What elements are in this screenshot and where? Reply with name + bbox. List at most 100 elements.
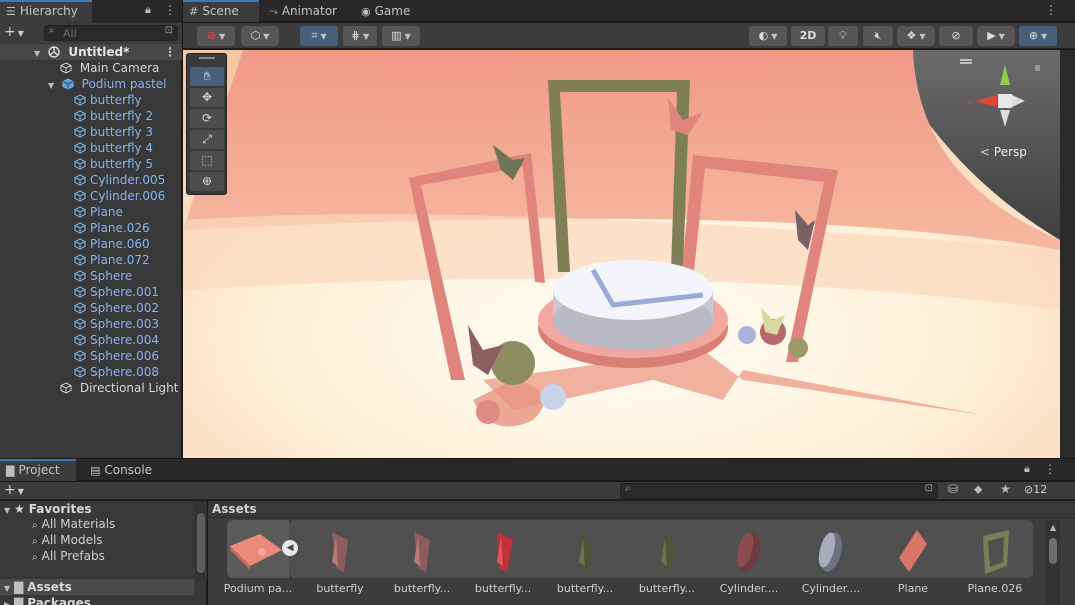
asset-tile[interactable]: Plane.026 xyxy=(955,520,1035,605)
hierarchy-toolbar: + ▼ ⌕ All ⊡ xyxy=(0,23,182,43)
visibility-toggle[interactable]: ⊘ xyxy=(939,26,973,46)
folder-tree-scrollbar[interactable] xyxy=(195,501,207,581)
tab-scene[interactable]: # Scene xyxy=(183,0,259,22)
tab-console[interactable]: ▤ Console xyxy=(84,459,160,481)
tree-fav-item[interactable]: ⌕ All Materials xyxy=(32,516,115,532)
project-tabbar: ▇ Project ▤ Console 🔒︎ ⋮ xyxy=(0,459,1075,481)
lighting-toggle[interactable]: 💡︎ xyxy=(828,26,858,46)
gizmos-button[interactable]: ⊕ ▼ xyxy=(1019,26,1057,46)
tab-animator[interactable]: ⤳ Animator xyxy=(263,0,345,22)
rect-tool-button[interactable]: ⬚ xyxy=(190,151,224,170)
hierarchy-search-input[interactable]: ⌕ All ⊡ xyxy=(44,25,178,41)
asset-tile[interactable]: butterfly... xyxy=(382,520,462,605)
asset-tile[interactable]: butterfly... xyxy=(545,520,625,605)
hierarchy-item[interactable]: Plane.026 xyxy=(0,220,182,236)
search-filter-icon[interactable]: ⊡ xyxy=(925,483,933,494)
asset-tile[interactable]: Plane xyxy=(873,520,953,605)
tab-hierarchy[interactable]: ☰ Hierarchy xyxy=(0,0,92,22)
hierarchy-item[interactable]: butterfly xyxy=(0,92,182,108)
search-filter-icon[interactable]: ⊡ xyxy=(165,25,173,36)
unity-scene-icon xyxy=(48,46,60,58)
hand-tool-button[interactable]: ✋︎ xyxy=(190,67,224,86)
hierarchy-item[interactable]: Sphere.004 xyxy=(0,332,182,348)
scene-gizmo[interactable]: x xyxy=(960,55,1040,135)
hierarchy-item[interactable]: butterfly 2 xyxy=(0,108,182,124)
hierarchy-item[interactable]: Main Camera xyxy=(0,60,182,76)
hierarchy-item[interactable]: Sphere.003 xyxy=(0,316,182,332)
mesh-thumbnail xyxy=(661,534,675,572)
gameobject-icon xyxy=(74,286,86,298)
gameobject-icon xyxy=(74,318,86,330)
hierarchy-item[interactable]: Sphere.008 xyxy=(0,364,182,380)
gameobject-icon xyxy=(74,238,86,250)
tree-assets[interactable]: ▼ ▇ Assets xyxy=(0,579,194,595)
gameobject-icon xyxy=(74,366,86,378)
more-options-icon[interactable]: ⋮ xyxy=(1044,462,1056,476)
camera-button[interactable]: ▶ ▼ xyxy=(977,26,1015,46)
asset-tile[interactable]: butterfly xyxy=(300,520,380,605)
tab-game[interactable]: ◉ Game xyxy=(355,0,418,22)
create-button[interactable]: + ▼ xyxy=(4,24,24,40)
asset-tile[interactable]: Cylinder.... xyxy=(709,520,789,605)
scale-tool-button[interactable]: ⤢ xyxy=(190,130,224,149)
hierarchy-item[interactable]: butterfly 3 xyxy=(0,124,182,140)
hierarchy-item[interactable]: Cylinder.006 xyxy=(0,188,182,204)
hierarchy-item[interactable]: Sphere xyxy=(0,268,182,284)
hierarchy-item[interactable]: Sphere.001 xyxy=(0,284,182,300)
gameobject-icon xyxy=(74,142,86,154)
lock-icon[interactable]: 🔒︎ xyxy=(145,3,151,17)
tree-fav-item[interactable]: ⌕ All Prefabs xyxy=(32,548,105,564)
more-options-icon[interactable]: ⋮ xyxy=(164,3,176,17)
viewport-edge xyxy=(1060,50,1075,458)
perspective-label[interactable]: < Persp xyxy=(980,145,1027,159)
hierarchy-item[interactable]: Plane.072 xyxy=(0,252,182,268)
lock-icon[interactable]: 🔒︎ xyxy=(1024,462,1030,476)
asset-tile[interactable]: butterfly... xyxy=(627,520,707,605)
collapse-arrow-icon[interactable]: ▼ xyxy=(4,503,14,519)
move-tool-button[interactable]: ✥ xyxy=(190,88,224,107)
hierarchy-item[interactable]: Cylinder.005 xyxy=(0,172,182,188)
hidden-packages-toggle[interactable]: ⊘12 xyxy=(1024,483,1047,496)
hierarchy-item[interactable]: butterfly 5 xyxy=(0,156,182,172)
asset-tile[interactable]: butterfly... xyxy=(463,520,543,605)
rotate-tool-button[interactable]: ⟳ xyxy=(190,109,224,128)
svg-text:x: x xyxy=(968,98,972,106)
render-mode-button[interactable]: ◐ ▼ xyxy=(749,26,787,46)
hierarchy-scene-row[interactable]: ▼ Untitled* ⋮ xyxy=(0,44,182,60)
assets-scrollbar[interactable]: ▲ xyxy=(1046,520,1060,605)
audio-toggle[interactable]: 🔇︎ xyxy=(863,26,893,46)
palette-drag-handle[interactable] xyxy=(199,57,215,59)
asset-tile[interactable]: Cylinder.... xyxy=(791,520,871,605)
scene-viewport[interactable] xyxy=(183,50,1060,458)
hierarchy-item[interactable]: butterfly 4 xyxy=(0,140,182,156)
2d-toggle[interactable]: 2D xyxy=(791,26,825,46)
hierarchy-item[interactable]: Directional Light xyxy=(0,380,182,396)
grid-snap-button[interactable]: ⌗ ▼ xyxy=(300,26,338,46)
scene-more-icon[interactable]: ⋮ xyxy=(164,44,176,60)
shading-button[interactable]: ⬡ ▼ xyxy=(241,26,279,46)
hierarchy-item[interactable]: Plane xyxy=(0,204,182,220)
hierarchy-item[interactable]: ▼ Podium pastel xyxy=(0,76,182,92)
filter-label-icon[interactable]: ⬥ xyxy=(974,482,982,497)
tab-project[interactable]: ▇ Project xyxy=(0,459,76,481)
expand-arrow-icon[interactable]: ▶ xyxy=(4,597,14,605)
hierarchy-item[interactable]: Sphere.006 xyxy=(0,348,182,364)
transform-tool-button[interactable]: ⊕ xyxy=(190,172,224,191)
more-options-icon[interactable]: ⋮ xyxy=(1045,3,1057,17)
favorites-star-icon[interactable]: ★ xyxy=(1000,482,1011,496)
create-asset-button[interactable]: + ▼ xyxy=(4,482,24,498)
tree-favorites[interactable]: ▼ ★ Favorites xyxy=(4,501,91,517)
snap-increment-button[interactable]: ⋕ ▼ xyxy=(343,26,377,46)
prefab-thumbnail xyxy=(230,534,282,570)
gameobject-icon xyxy=(74,254,86,266)
project-search-input[interactable]: ⌕ ⊡ xyxy=(620,483,938,499)
tree-fav-item[interactable]: ⌕ All Models xyxy=(32,532,103,548)
draw-mode-button[interactable]: ⊘ ▼ xyxy=(197,26,235,46)
effects-button[interactable]: ❖ ▼ xyxy=(897,26,935,46)
hierarchy-item[interactable]: Plane.060 xyxy=(0,236,182,252)
tree-packages[interactable]: ▶ ▇ Packages xyxy=(4,595,91,605)
filter-type-icon[interactable]: ⛁ xyxy=(948,482,958,496)
hierarchy-item[interactable]: Sphere.002 xyxy=(0,300,182,316)
asset-tile[interactable]: Podium pa... xyxy=(218,520,298,605)
ruler-button[interactable]: ▥ ▼ xyxy=(382,26,420,46)
